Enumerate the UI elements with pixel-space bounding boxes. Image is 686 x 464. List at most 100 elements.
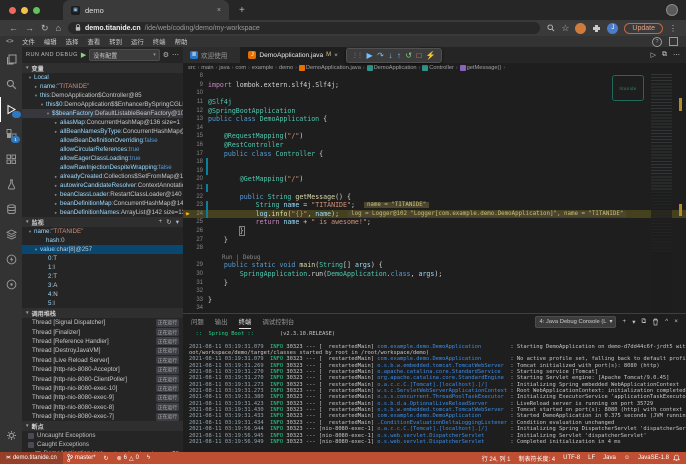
debug-toolbar-button[interactable]: ▶: [367, 51, 373, 60]
editor-gutter[interactable]: 12: [183, 106, 208, 115]
bookmark-star-icon[interactable]: ☆: [561, 24, 569, 33]
thread-row[interactable]: Thread [DestroyJavaVM] 正在运行: [22, 346, 183, 355]
notifications-bell-icon[interactable]: [673, 454, 680, 462]
collapse-watch-icon[interactable]: ▾: [176, 218, 179, 226]
code-line[interactable]: 8: [183, 72, 686, 81]
tree-chevron-icon[interactable]: ▾: [44, 111, 52, 117]
explorer-icon[interactable]: [0, 47, 22, 72]
watch-row[interactable]: 3: A: [22, 281, 183, 290]
extension-avatar-icon[interactable]: [575, 23, 586, 34]
current-line-breakpoint-icon[interactable]: [183, 261, 192, 270]
current-line-breakpoint-icon[interactable]: [183, 278, 192, 287]
thread-row[interactable]: Thread [http-nio-8080-exec-7] 正在运行: [22, 412, 183, 421]
debug-status-icon[interactable]: ϟ: [143, 455, 154, 461]
editor-gutter[interactable]: [183, 252, 208, 261]
new-tab-button[interactable]: +: [239, 5, 245, 16]
current-line-breakpoint-icon[interactable]: [183, 218, 192, 227]
variable-row[interactable]: ▸ aliasMap: ConcurrentHashMap@136 size=1: [22, 118, 183, 127]
editor-gutter[interactable]: 19: [183, 167, 208, 176]
watch-row[interactable]: 1: I: [22, 263, 183, 272]
tree-chevron-icon[interactable]: ▾: [38, 102, 46, 108]
new-terminal-icon[interactable]: +: [622, 318, 626, 325]
menu-item[interactable]: 查看: [83, 37, 105, 46]
variable-row[interactable]: ▾ this$0: DemoApplication$$EnhancerBySpr…: [22, 100, 183, 109]
current-line-breakpoint-icon[interactable]: [183, 244, 192, 253]
current-line-breakpoint-icon[interactable]: [183, 167, 192, 176]
code-line[interactable]: 29 public static void main(String[] args…: [183, 261, 686, 270]
breadcrumb-item[interactable]: main ›: [201, 65, 219, 71]
variable-row[interactable]: ▾ this: DemoApplication$Controller@85: [22, 91, 183, 100]
debug-gear-icon[interactable]: ⚙: [163, 51, 169, 59]
breadcrumb-item[interactable]: getMessage() ›: [460, 65, 507, 71]
variable-row[interactable]: ▾ $$beanFactory: DefaultListableBeanFact…: [22, 109, 183, 118]
current-line-breakpoint-icon[interactable]: [183, 175, 192, 184]
editor-gutter[interactable]: 26: [183, 227, 208, 236]
run-debug-icon[interactable]: [0, 97, 23, 122]
code-line[interactable]: 21: [183, 184, 686, 193]
panel-tab[interactable]: 输出: [215, 314, 228, 329]
debug-toolbar-button[interactable]: ↺: [405, 51, 412, 60]
variable-row[interactable]: allowEagerClassLoading: true: [22, 154, 183, 163]
extensions-icon[interactable]: 1: [0, 122, 22, 147]
editor-gutter[interactable]: 30: [183, 270, 208, 279]
thread-row[interactable]: Thread [http-nio-8080-exec-9] 正在运行: [22, 393, 183, 402]
watch-row[interactable]: ▾ value: char[8]@257: [22, 245, 183, 254]
editor-gutter[interactable]: 28: [183, 244, 208, 253]
thread-row[interactable]: Thread [Finalizer] 正在运行: [22, 327, 183, 336]
refresh-watch-icon[interactable]: ↻: [166, 218, 171, 226]
layout-icon[interactable]: [669, 37, 678, 46]
forward-button[interactable]: →: [25, 24, 34, 33]
editor-gutter[interactable]: 34: [183, 304, 208, 313]
browser-tab[interactable]: ▣ demo ×: [63, 0, 229, 20]
variable-row[interactable]: ▸ autowireCandidateResolver: ContextAnno…: [22, 181, 183, 190]
update-button[interactable]: Update: [624, 23, 663, 34]
panel-tab[interactable]: 问题: [191, 314, 204, 329]
code-line[interactable]: 23 String name = "TITANIDE"; name = "TIT…: [183, 201, 686, 210]
split-terminal-icon[interactable]: ⧉: [641, 318, 646, 326]
code-editor[interactable]: 8 9 import lombok.extern.slf4j.Slf4j;: [183, 72, 686, 313]
layers-icon[interactable]: [0, 222, 22, 247]
add-watch-icon[interactable]: +: [158, 218, 162, 226]
watch-row[interactable]: 5: I: [22, 299, 183, 308]
variable-row[interactable]: ▾ Local: [22, 73, 183, 82]
share-icon[interactable]: [0, 272, 22, 297]
editor-gutter[interactable]: 14: [183, 124, 208, 133]
current-line-breakpoint-icon[interactable]: [183, 98, 192, 107]
code-line[interactable]: 22 public String getMessage() {: [183, 192, 686, 201]
minimize-window-button[interactable]: [21, 7, 28, 14]
editor-gutter[interactable]: 10: [183, 89, 208, 98]
maximize-panel-icon[interactable]: ^: [665, 318, 668, 325]
current-line-breakpoint-icon[interactable]: [183, 201, 192, 210]
editor-gutter[interactable]: 33: [183, 295, 208, 304]
watch-row[interactable]: 2: T: [22, 272, 183, 281]
code-line[interactable]: 19: [183, 167, 686, 176]
code-line[interactable]: Run | Debug: [183, 252, 686, 261]
code-line[interactable]: 12 @SpringBootApplication: [183, 106, 686, 115]
current-line-breakpoint-icon[interactable]: [183, 192, 192, 201]
current-line-breakpoint-icon[interactable]: [183, 210, 192, 219]
menu-item[interactable]: 帮助: [170, 37, 192, 46]
current-line-breakpoint-icon[interactable]: [183, 132, 192, 141]
current-line-breakpoint-icon[interactable]: [183, 270, 192, 279]
search-icon[interactable]: [547, 24, 555, 32]
code-line[interactable]: 17 public class Controller {: [183, 149, 686, 158]
thread-row[interactable]: Thread [http-nio-8080-ClientPoller] 正在运行: [22, 374, 183, 383]
settings-gear-icon[interactable]: [0, 423, 22, 448]
more-actions-icon[interactable]: ⋯: [673, 51, 680, 59]
editor-tab[interactable]: ≣ 欢迎使用: [183, 47, 241, 63]
remote-indicator[interactable]: >< demo.titanide.cn: [0, 452, 63, 464]
eol-indicator[interactable]: LF: [584, 455, 599, 461]
code-line[interactable]: 32: [183, 287, 686, 296]
thread-row[interactable]: Thread [Live Reload Server] 正在运行: [22, 356, 183, 365]
code-line[interactable]: 14: [183, 124, 686, 133]
code-line[interactable]: 16 @RestController: [183, 141, 686, 150]
variable-row[interactable]: allowBeanDefinitionOverriding: false: [22, 136, 183, 145]
watch-row[interactable]: 4: N: [22, 290, 183, 299]
tree-chevron-icon[interactable]: ▾: [26, 229, 34, 235]
menu-item[interactable]: 文件: [18, 37, 40, 46]
thread-row[interactable]: Thread [http-nio-8080-Acceptor] 正在运行: [22, 365, 183, 374]
current-line-breakpoint-icon[interactable]: [183, 81, 192, 90]
breadcrumb-item[interactable]: Controller ›: [422, 65, 459, 71]
current-line-breakpoint-icon[interactable]: [183, 141, 192, 150]
code-line[interactable]: 9 import lombok.extern.slf4j.Slf4j;: [183, 81, 686, 90]
